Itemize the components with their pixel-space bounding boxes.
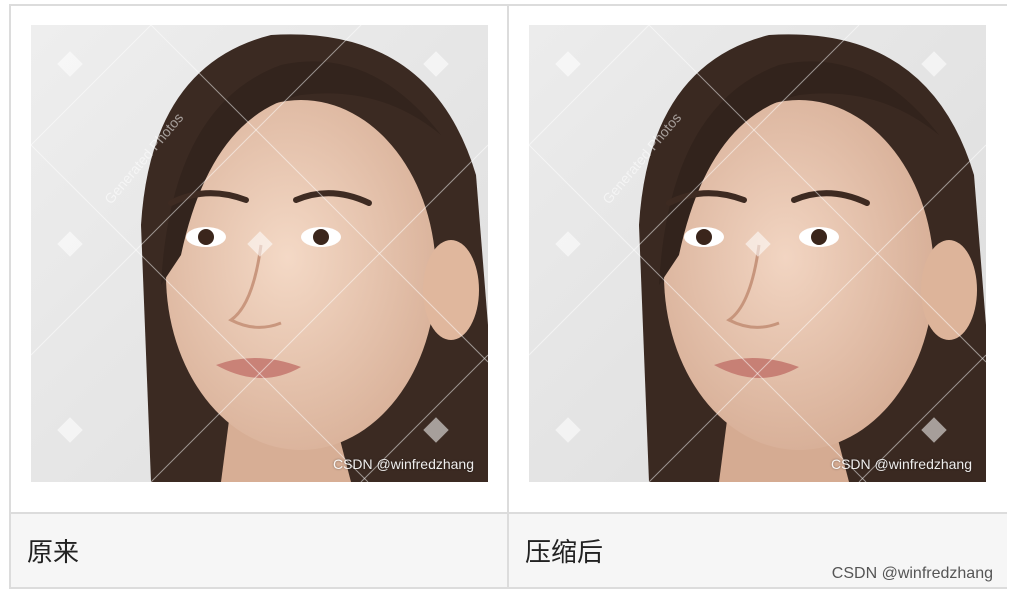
- compressed-caption: 压缩后: [525, 538, 604, 568]
- comparison-table: Generated Photos CSDN @winfredzhang Gene…: [9, 4, 1007, 589]
- original-caption-cell: 原来: [11, 512, 509, 587]
- compressed-portrait-photo: Generated Photos CSDN @winfredzhang: [529, 25, 986, 482]
- footer-watermark: CSDN @winfredzhang: [831, 565, 993, 582]
- image-watermark: CSDN @winfredzhang: [830, 456, 972, 472]
- original-portrait-photo: Generated Photos CSDN @winfredzhang: [31, 25, 488, 482]
- portrait-illustration: Generated Photos: [529, 25, 986, 482]
- original-caption: 原来: [27, 538, 80, 568]
- original-image-cell: Generated Photos CSDN @winfredzhang: [11, 6, 509, 512]
- image-watermark: CSDN @winfredzhang: [332, 456, 474, 472]
- compressed-image-cell: Generated Photos CSDN @winfredzhang: [509, 6, 1007, 512]
- portrait-illustration: Generated Photos: [31, 25, 488, 482]
- compressed-caption-cell: 压缩后 CSDN @winfredzhang: [509, 512, 1007, 587]
